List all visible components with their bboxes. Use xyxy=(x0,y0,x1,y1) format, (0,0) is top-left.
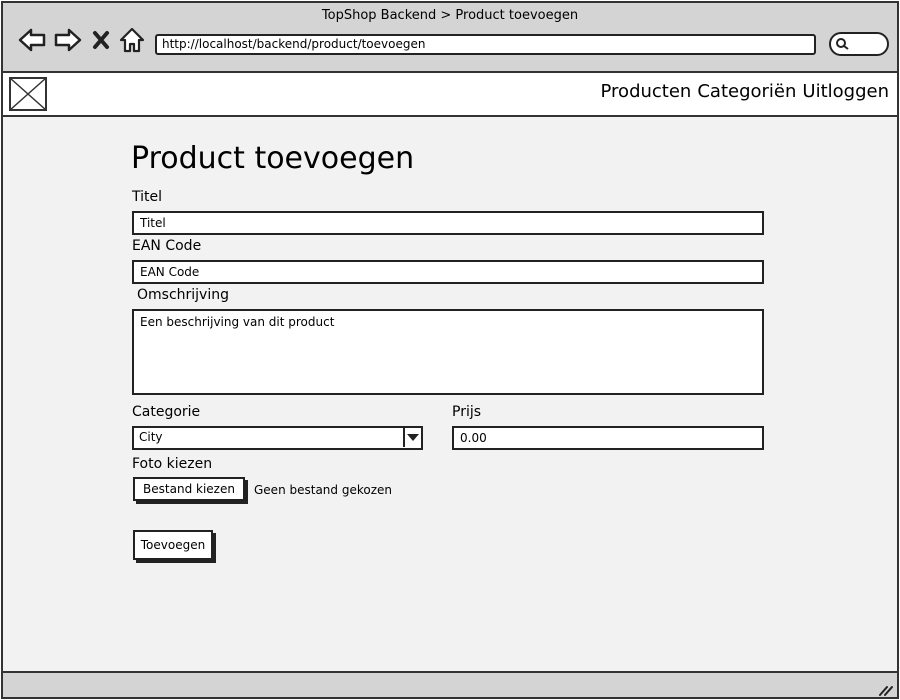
address-bar[interactable]: http://localhost/backend/product/toevoeg… xyxy=(155,34,816,55)
ean-code-label: EAN Code xyxy=(132,238,202,254)
foto-kiezen-label: Foto kiezen xyxy=(132,456,213,472)
nav-link-categorien[interactable]: Categoriën xyxy=(697,81,796,102)
browser-search-box[interactable] xyxy=(829,32,889,56)
browser-statusbar xyxy=(3,671,897,697)
browser-window: TopShop Backend > Product toevoegen http… xyxy=(1,1,899,699)
search-icon xyxy=(836,38,849,50)
nav-link-producten[interactable]: Producten xyxy=(601,81,692,102)
omschrijving-textarea[interactable]: Een beschrijving van dit product xyxy=(132,309,764,395)
file-status-text: Geen bestand gekozen xyxy=(254,483,392,497)
titel-label: Titel xyxy=(132,189,163,205)
nav-link-uitloggen[interactable]: Uitloggen xyxy=(802,81,889,102)
main-nav: Producten Categoriën Uitloggen xyxy=(601,81,889,102)
home-icon[interactable] xyxy=(117,25,147,55)
browser-toolbar: TopShop Backend > Product toevoegen http… xyxy=(3,3,897,73)
choose-file-button[interactable]: Bestand kiezen xyxy=(133,477,245,501)
image-placeholder-icon xyxy=(9,77,47,111)
prijs-label: Prijs xyxy=(452,404,482,420)
prijs-input[interactable] xyxy=(452,426,764,450)
close-icon[interactable] xyxy=(89,25,113,55)
window-title: TopShop Backend > Product toevoegen xyxy=(321,8,579,23)
categorie-select[interactable]: City xyxy=(132,426,423,450)
forward-arrow-icon[interactable] xyxy=(53,25,83,55)
omschrijving-label: Omschrijving xyxy=(137,287,229,303)
resize-grip-icon[interactable] xyxy=(877,683,893,697)
categorie-label: Categorie xyxy=(132,404,201,420)
ean-code-input[interactable] xyxy=(132,260,764,284)
main-content: Product toevoegen Titel EAN Code Omschri… xyxy=(3,117,897,671)
categorie-selected-value: City xyxy=(139,430,163,444)
app-header: Producten Categoriën Uitloggen xyxy=(3,73,897,117)
chevron-down-icon[interactable] xyxy=(403,428,421,447)
submit-toevoegen-button[interactable]: Toevoegen xyxy=(133,530,213,560)
back-arrow-icon[interactable] xyxy=(17,25,47,55)
page-title: Product toevoegen xyxy=(131,141,415,176)
titel-input[interactable] xyxy=(132,211,764,235)
